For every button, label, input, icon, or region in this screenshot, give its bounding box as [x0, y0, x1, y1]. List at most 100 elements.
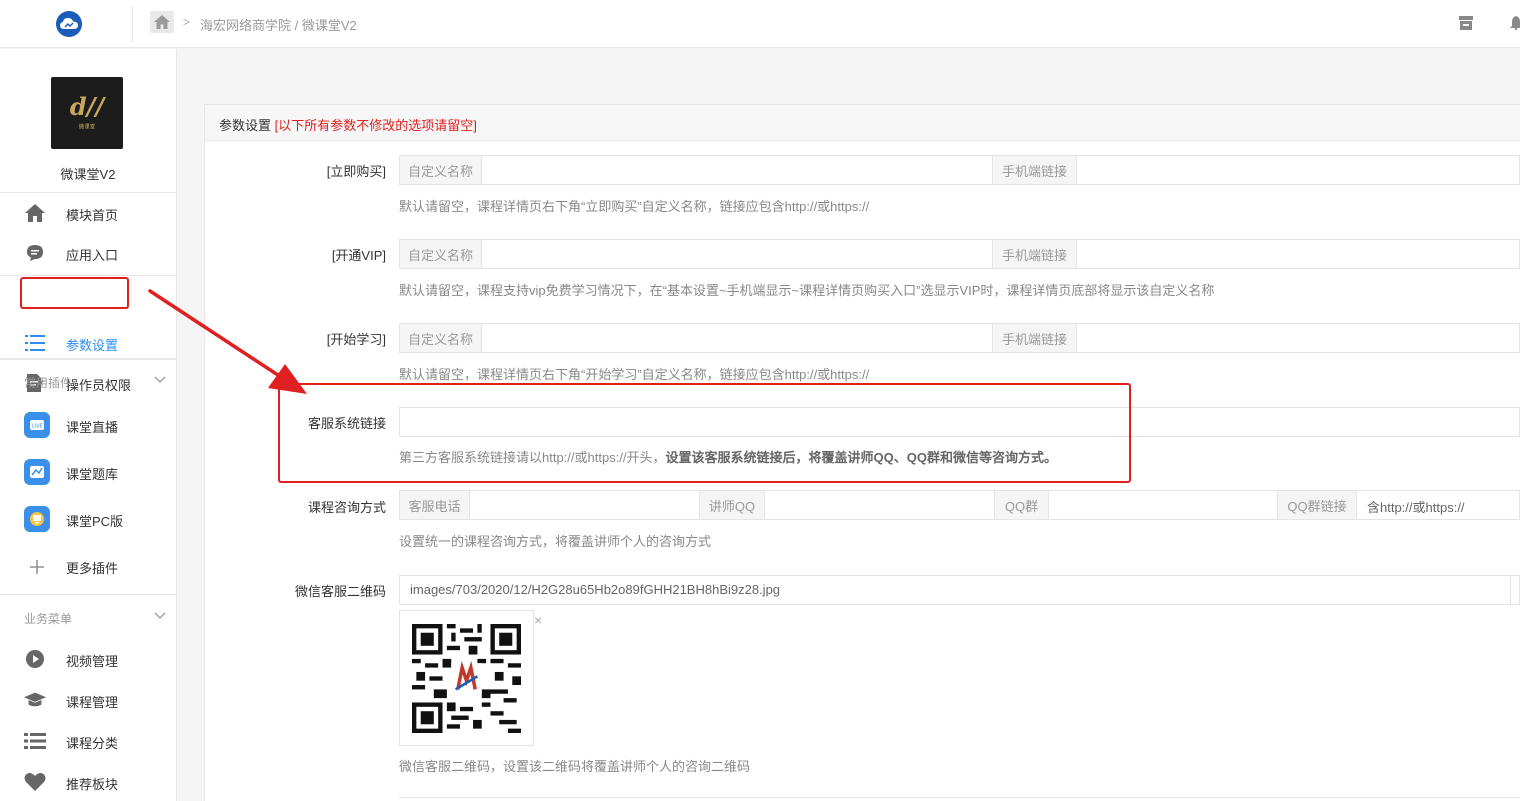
help-cs-link: 第三方客服系统链接请以http://或https://开头，设置该客服系统链接后… [399, 450, 1057, 465]
label-cs-link: 客服系统链接 [307, 416, 386, 431]
next-input-edge [399, 797, 1520, 801]
cloud-logo-icon[interactable] [56, 11, 82, 37]
help-vip: 默认请留空，课程支持vip免费学习情况下，在“基本设置~手机端显示~课程详情页购… [399, 283, 1215, 298]
vip-name-input[interactable] [482, 240, 992, 268]
addon-teacher-qq: 讲师QQ [699, 491, 765, 519]
label-consult: 课程咨询方式 [307, 500, 386, 515]
wechat-qr-preview [399, 610, 534, 746]
addon-mobile-link: 手机端链接 [992, 240, 1077, 268]
play-circle-icon [24, 649, 46, 669]
close-icon[interactable]: × [534, 612, 542, 628]
sidebar-group-plugins[interactable]: 常用插件 [24, 374, 72, 391]
start-name-input[interactable] [482, 324, 992, 352]
sidebar-item-label: 课程分类 [66, 736, 119, 751]
sidebar-item-label: 课堂PC版 [66, 514, 124, 529]
app-logo-mark: d// [69, 92, 105, 121]
list-icon [24, 731, 46, 751]
addon-mobile-link: 手机端链接 [992, 324, 1077, 352]
chevron-down-icon[interactable] [154, 608, 166, 623]
monitor-icon [23, 506, 51, 532]
chart-icon [23, 459, 51, 485]
sidebar-item-label: 参数设置 [66, 338, 119, 353]
sidebar-item-label: 课堂题库 [66, 467, 119, 482]
sidebar-item-category[interactable]: 课程分类 [0, 721, 176, 761]
chevron-right-icon: > [183, 15, 191, 29]
sidebar-divider [0, 359, 176, 360]
heart-icon [24, 772, 46, 792]
app-logo-sub: 微课堂 [78, 125, 96, 131]
sidebar-item-label: 推荐板块 [66, 777, 119, 792]
sidebar-item-label: 视频管理 [66, 654, 119, 669]
sidebar-item-course[interactable]: 课程管理 [0, 680, 176, 720]
sidebar-item-question-bank[interactable]: 课堂题库 [0, 452, 176, 492]
wechat-qr-path-value: images/703/2020/12/H2G28u65Hb2o89fGHH21B… [410, 582, 781, 597]
header-divider [132, 6, 133, 42]
sidebar-item-label: 课程管理 [66, 695, 119, 710]
sidebar-divider [0, 594, 176, 595]
addon-qq-group: QQ群 [994, 491, 1049, 519]
label-start-learning: [开始学习] [326, 332, 386, 347]
vip-input-group: 自定义名称 手机端链接 [399, 239, 1520, 269]
panel-header: 参数设置 [以下所有参数不修改的选项请留空] [205, 105, 1520, 141]
help-start-learning: 默认请留空，课程详情页右下角“开始学习”自定义名称，链接应包含http://或h… [399, 367, 870, 382]
teacher-qq-input[interactable] [765, 491, 994, 519]
chat-bubble-icon [24, 243, 46, 263]
home-icon[interactable] [150, 11, 174, 33]
panel-title-warning: [以下所有参数不修改的选项请留空] [274, 118, 477, 133]
select-image-button[interactable] [1511, 575, 1520, 605]
help-wechat-qr: 微信客服二维码，设置该二维码将覆盖讲师个人的咨询二维码 [399, 759, 751, 774]
top-header: > 海宏网络商学院 / 微课堂V2 [0, 0, 1520, 48]
addon-custom-name: 自定义名称 [400, 324, 482, 352]
sidebar-divider [0, 275, 176, 276]
addon-service-phone: 客服电话 [400, 491, 470, 519]
service-phone-input[interactable] [470, 491, 699, 519]
buy-now-name-input[interactable] [482, 156, 992, 184]
plus-icon [24, 555, 50, 579]
graduation-cap-icon [24, 690, 46, 710]
bell-icon[interactable] [1510, 16, 1520, 33]
consult-input-group: 客服电话 讲师QQ QQ群 QQ群链接 含http://或https:// [399, 490, 1520, 520]
buy-now-input-group: 自定义名称 手机端链接 [399, 155, 1520, 185]
chevron-down-icon[interactable] [154, 372, 166, 387]
vip-link-input[interactable] [1077, 240, 1520, 268]
breadcrumb[interactable]: 海宏网络商学院 / 微课堂V2 [200, 15, 357, 34]
sidebar-item-label: 应用入口 [66, 248, 119, 263]
label-buy-now: [立即购买] [326, 164, 386, 179]
svg-text:LIVE: LIVE [32, 424, 43, 430]
qq-group-input[interactable] [1049, 491, 1277, 519]
qr-code-image [412, 624, 521, 733]
start-link-input[interactable] [1077, 324, 1520, 352]
sidebar-item-label: 模块首页 [66, 208, 119, 223]
sidebar-item-label: 更多插件 [66, 561, 119, 576]
sidebar-item-label: 操作员权限 [66, 378, 132, 393]
sidebar-item-app-entry[interactable]: 应用入口 [0, 233, 176, 273]
wechat-qr-path-input[interactable]: images/703/2020/12/H2G28u65Hb2o89fGHH21B… [399, 575, 1511, 605]
sidebar-item-pc[interactable]: 课堂PC版 [0, 499, 176, 539]
label-vip: [开通VIP] [331, 248, 386, 263]
label-wechat-qr: 微信客服二维码 [294, 584, 386, 599]
sidebar-item-live[interactable]: LIVE 课堂直播 [0, 405, 176, 445]
help-consult: 设置统一的课程咨询方式，将覆盖讲师个人的咨询方式 [399, 534, 712, 549]
addon-mobile-link: 手机端链接 [992, 156, 1077, 184]
start-input-group: 自定义名称 手机端链接 [399, 323, 1520, 353]
app-logo: d// 微课堂 [51, 77, 123, 149]
qq-group-link-input[interactable]: 含http://或https:// [1367, 497, 1465, 516]
sidebar-item-recommend[interactable]: 推荐板块 [0, 762, 176, 801]
sidebar-group-business[interactable]: 业务菜单 [24, 610, 72, 627]
app-name: 微课堂V2 [60, 167, 116, 182]
cs-link-input[interactable] [399, 407, 1520, 437]
help-buy-now: 默认请留空，课程详情页右下角“立即购买”自定义名称，链接应包含http://或h… [399, 199, 870, 214]
sidebar-item-settings[interactable]: 参数设置 [0, 323, 176, 363]
addon-qq-group-link: QQ群链接 [1277, 491, 1357, 519]
sidebar-item-label: 课堂直播 [66, 420, 119, 435]
addon-custom-name: 自定义名称 [400, 240, 482, 268]
live-tv-icon: LIVE [23, 412, 51, 438]
store-icon[interactable] [1459, 16, 1473, 33]
sidebar-item-module-home[interactable]: 模块首页 [0, 193, 176, 233]
buy-now-link-input[interactable] [1077, 156, 1520, 184]
sidebar-item-more-plugins[interactable]: 更多插件 [0, 546, 176, 586]
sidebar-divider [0, 358, 176, 359]
panel-title: 参数设置 [以下所有参数不修改的选项请留空] [219, 118, 477, 133]
home-icon [24, 203, 46, 223]
sidebar-item-video[interactable]: 视频管理 [0, 639, 176, 679]
